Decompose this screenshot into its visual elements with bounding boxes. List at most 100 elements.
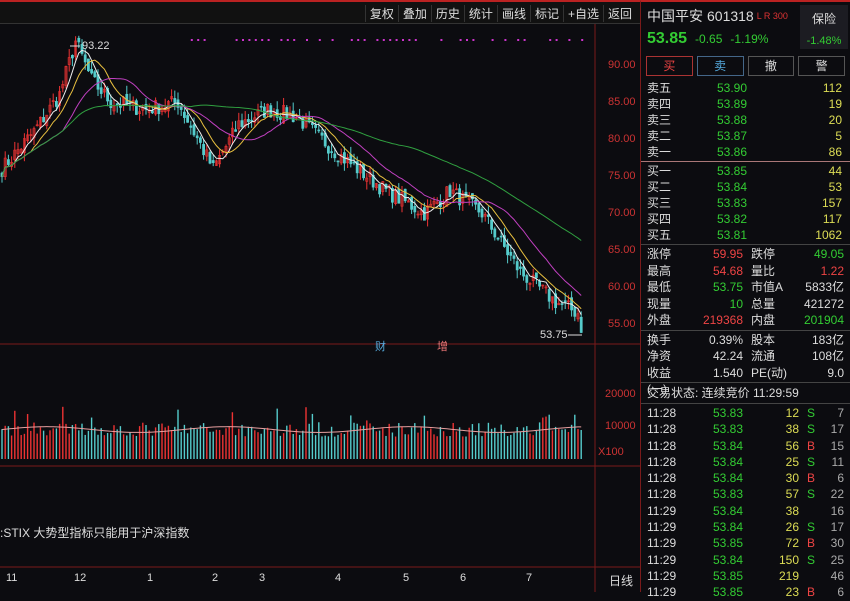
- tick-time: 11:28: [647, 422, 677, 437]
- tick-count: 17: [830, 422, 844, 437]
- stat-row: 涨停 59.95 跌停 49.05: [641, 246, 850, 263]
- cancel-order-button[interactable]: 撤: [747, 56, 795, 76]
- candle-body: [333, 153, 337, 159]
- add-watchlist-button[interactable]: +自选: [562, 5, 603, 22]
- tick-time: 11:29: [647, 536, 677, 551]
- month-tick: 7: [526, 572, 533, 584]
- level-label: 卖一: [647, 145, 672, 159]
- sell-button[interactable]: 卖: [696, 56, 744, 76]
- signal-dot: [459, 39, 462, 41]
- signal-dot: [242, 39, 244, 41]
- divider: [641, 403, 850, 404]
- signal-dot: [357, 39, 360, 41]
- draw-line-button[interactable]: 画线: [496, 5, 530, 22]
- candle-body: [515, 261, 519, 271]
- kline-chart[interactable]: 90.00 85.00 80.00 75.00 70.00 65.00 60.0…: [0, 24, 640, 592]
- tick-row: 11:28 53.84 30 B 6: [641, 470, 850, 486]
- candle-body: [410, 197, 414, 210]
- level-price: 53.87: [716, 129, 747, 143]
- stat-value: 201904: [803, 313, 844, 327]
- candle-body: [109, 99, 113, 108]
- level-volume: 19: [828, 97, 842, 111]
- price-tick: 85.00: [608, 96, 636, 108]
- candle-body: [518, 266, 522, 269]
- trade-buttons: 买 卖 撤 警: [641, 52, 850, 80]
- tick-time: 11:29: [647, 585, 677, 600]
- alert-button[interactable]: 警: [798, 56, 845, 76]
- stat-label: 内盘: [751, 313, 776, 327]
- overlay-button[interactable]: 叠加: [397, 5, 431, 22]
- stat-value: 183亿: [811, 332, 844, 347]
- back-button[interactable]: 返回: [602, 5, 636, 22]
- candle-body: [506, 244, 510, 256]
- level-price: 53.90: [716, 81, 747, 95]
- tick-time: 11:29: [647, 568, 677, 583]
- tick-volume: 30: [785, 471, 799, 486]
- tick-side: B: [806, 585, 815, 600]
- candle-body: [83, 54, 87, 63]
- bid-row: 买三 53.83 157: [641, 195, 850, 211]
- month-tick: 5: [403, 572, 410, 584]
- candle-body: [301, 115, 305, 129]
- signal-dot: [280, 39, 283, 41]
- chart-toolbar: 复权 叠加 历史 统计 画线 标记 +自选 返回: [0, 0, 640, 24]
- finance-marker[interactable]: 财: [375, 338, 386, 354]
- period-button[interactable]: 日线: [609, 572, 633, 589]
- sector-box[interactable]: 保险 -1.48%: [800, 5, 848, 49]
- buy-button[interactable]: 买: [646, 56, 693, 76]
- issue-marker[interactable]: 增: [437, 338, 448, 354]
- divider: [641, 329, 850, 331]
- tick-list[interactable]: 11:28 53.83 12 S 7 11:28 53.83 38 S 17 11:28 53.84 5…: [641, 405, 850, 601]
- tick-row: 11:29 53.85 219 46: [641, 568, 850, 584]
- tick-side: S: [806, 487, 815, 502]
- mark-button[interactable]: 标记: [529, 5, 563, 22]
- stat-row: 净资 42.24 流通 108亿: [641, 348, 850, 365]
- candle-body: [195, 135, 199, 139]
- tick-time: 11:28: [647, 471, 677, 486]
- ask-book: 卖五 53.90 112 卖四 53.89 19 卖三 53.88 20 卖二 53.87 5 卖一 53…: [641, 80, 850, 160]
- price-tick: 55.00: [608, 318, 636, 330]
- level-volume: 53: [828, 180, 842, 194]
- level-price: 53.86: [716, 145, 747, 159]
- tick-price: 53.84: [712, 503, 743, 518]
- signal-dot: [549, 39, 552, 41]
- high-label: 93.22: [82, 40, 110, 52]
- stats-block: 涨停 59.95 跌停 49.05 最高 54.68 量比 1.22 最低 53.75 市值A 583…: [641, 246, 850, 329]
- signal-dot: [414, 39, 417, 41]
- candle-body: [189, 125, 193, 128]
- divider: [641, 244, 850, 245]
- stat-label: 股本: [751, 332, 776, 347]
- stat-value: 0.39%: [708, 332, 743, 347]
- candle-body: [291, 110, 295, 123]
- tick-time: 11:28: [647, 487, 677, 502]
- history-button[interactable]: 历史: [430, 5, 464, 22]
- candle-body: [512, 255, 516, 259]
- volume-tick: 10000: [605, 420, 636, 432]
- chart-canvas[interactable]: [0, 24, 640, 592]
- candle-body: [317, 129, 321, 132]
- tick-volume: 56: [785, 438, 799, 453]
- candle-body: [330, 151, 334, 153]
- divider: [641, 161, 850, 162]
- stat-label: 市值A: [751, 280, 784, 294]
- statistics-button[interactable]: 统计: [463, 5, 497, 22]
- signal-dot: [267, 39, 270, 41]
- signal-dot: [248, 39, 251, 41]
- restore-rights-button[interactable]: 复权: [364, 5, 398, 22]
- tick-count: 30: [830, 536, 844, 551]
- stat-value: 49.05: [813, 247, 844, 261]
- tick-time: 11:28: [647, 406, 677, 420]
- signal-dot: [408, 39, 411, 41]
- tick-volume: 219: [778, 568, 799, 583]
- stat-row: 外盘 219368 内盘 201904: [641, 312, 850, 329]
- tick-volume: 25: [785, 454, 799, 469]
- tick-count: 15: [830, 438, 844, 453]
- stat-value: 1.22: [820, 263, 844, 278]
- stat-label: 涨停: [647, 247, 672, 261]
- tick-row: 11:29 53.85 72 B 30: [641, 535, 850, 551]
- tick-time: 11:29: [647, 552, 677, 567]
- price-tick: 65.00: [608, 244, 636, 256]
- stat-value: 42.24: [712, 349, 743, 363]
- toolbar-buttons: 复权 叠加 历史 统计 画线 标记 +自选 返回: [364, 5, 636, 22]
- tick-side: S: [806, 552, 815, 567]
